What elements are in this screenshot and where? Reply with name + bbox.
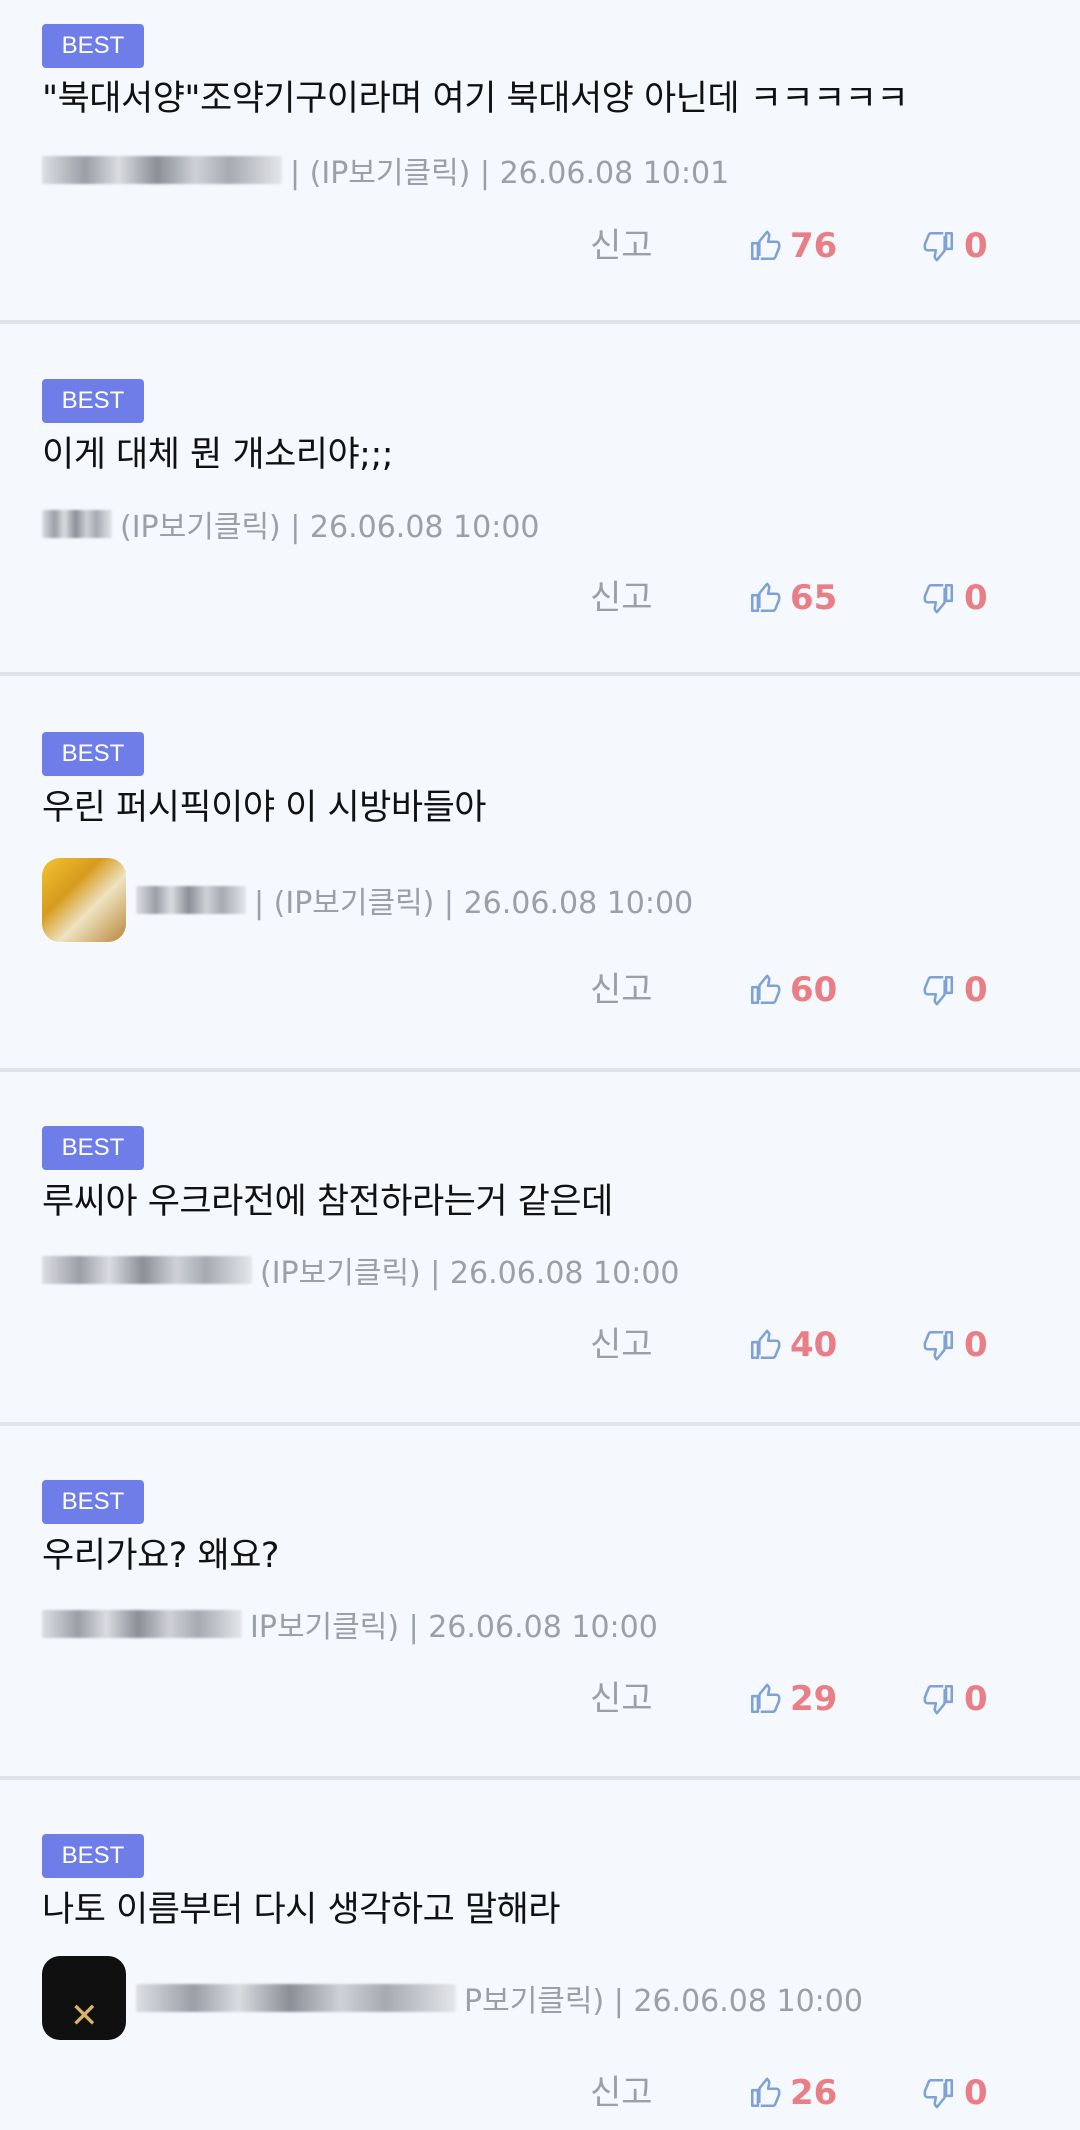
like-button[interactable]: 60: [748, 960, 837, 1020]
comment-meta: (IP보기클릭) | 26.06.08 10:00: [42, 502, 540, 546]
dislike-count: 0: [964, 1325, 988, 1365]
dislike-count: 0: [964, 970, 988, 1010]
dislike-button[interactable]: 0: [922, 568, 988, 628]
dislike-button[interactable]: 0: [922, 1315, 988, 1375]
report-button[interactable]: 신고: [590, 216, 653, 276]
comment-text: "북대서양"조약기구이라며 여기 북대서양 아닌데 ㅋㅋㅋㅋㅋ: [42, 79, 909, 119]
like-count: 76: [790, 226, 838, 266]
avatar[interactable]: [42, 858, 126, 942]
blurred-username: [42, 1610, 242, 1638]
comment-actions: 신고 76 0: [0, 216, 1080, 276]
dislike-count: 0: [964, 226, 988, 266]
comment-actions: 신고 40 0: [0, 1315, 1080, 1375]
best-badge: BEST: [42, 379, 144, 423]
like-count: 29: [790, 1679, 838, 1719]
blurred-username: [136, 1984, 456, 2012]
author-info[interactable]: IP보기클릭) | 26.06.08 10:00: [250, 1602, 658, 1646]
thumbs-up-icon: [748, 973, 782, 1007]
like-count: 65: [790, 578, 838, 618]
thumbs-up-icon: [748, 2076, 782, 2110]
comment-meta: | (IP보기클릭) | 26.06.08 10:01: [42, 148, 729, 192]
like-count: 40: [790, 1325, 838, 1365]
report-button[interactable]: 신고: [590, 1315, 653, 1375]
thumbs-up-icon: [748, 1682, 782, 1716]
like-button[interactable]: 29: [748, 1669, 837, 1729]
dislike-button[interactable]: 0: [922, 216, 988, 276]
like-button[interactable]: 65: [748, 568, 837, 628]
comment-actions: 신고 26 0: [0, 2063, 1080, 2123]
comment-actions: 신고 29 0: [0, 1669, 1080, 1729]
thumbs-down-icon: [922, 1328, 956, 1362]
comment-item: BEST 나토 이름부터 다시 생각하고 말해라 P보기클릭) | 26.06.…: [0, 1778, 1080, 2130]
like-button[interactable]: 40: [748, 1315, 837, 1375]
blurred-username: [42, 156, 282, 184]
comment-meta: P보기클릭) | 26.06.08 10:00: [42, 1954, 863, 2042]
thumbs-down-icon: [922, 973, 956, 1007]
thumbs-down-icon: [922, 1682, 956, 1716]
like-button[interactable]: 76: [748, 216, 837, 276]
thumbs-up-icon: [748, 1328, 782, 1362]
comment-actions: 신고 65 0: [0, 568, 1080, 628]
comment-text: 나토 이름부터 다시 생각하고 말해라: [42, 1890, 561, 1930]
comment-meta: | (IP보기클릭) | 26.06.08 10:00: [42, 856, 693, 944]
best-badge: BEST: [42, 732, 144, 776]
dislike-count: 0: [964, 1679, 988, 1719]
like-count: 60: [790, 970, 838, 1010]
report-button[interactable]: 신고: [590, 2063, 653, 2123]
dislike-button[interactable]: 0: [922, 2063, 988, 2123]
blurred-username: [136, 886, 246, 914]
dislike-count: 0: [964, 2073, 988, 2113]
thumbs-down-icon: [922, 2076, 956, 2110]
thumbs-up-icon: [748, 581, 782, 615]
comment-text: 이게 대체 뭔 개소리야;;;: [42, 435, 394, 475]
author-info[interactable]: (IP보기클릭) | 26.06.08 10:00: [120, 502, 540, 546]
report-button[interactable]: 신고: [590, 960, 653, 1020]
comment-text: 루씨아 우크라전에 참전하라는거 같은데: [42, 1182, 613, 1222]
comment-meta: IP보기클릭) | 26.06.08 10:00: [42, 1602, 658, 1646]
comment-meta: (IP보기클릭) | 26.06.08 10:00: [42, 1248, 680, 1292]
best-badge: BEST: [42, 1126, 144, 1170]
avatar[interactable]: [42, 1956, 126, 2040]
blurred-username: [42, 510, 112, 538]
thumbs-down-icon: [922, 229, 956, 263]
thumbs-down-icon: [922, 581, 956, 615]
report-button[interactable]: 신고: [590, 568, 653, 628]
author-info[interactable]: | (IP보기클릭) | 26.06.08 10:00: [254, 878, 693, 922]
comment-actions: 신고 60 0: [0, 960, 1080, 1020]
comment-text: 우리가요? 왜요?: [42, 1536, 279, 1576]
comment-text: 우린 퍼시픽이야 이 시방바들아: [42, 788, 486, 828]
comment-item: BEST 우린 퍼시픽이야 이 시방바들아 | (IP보기클릭) | 26.06…: [0, 676, 1080, 1072]
author-info[interactable]: P보기클릭) | 26.06.08 10:00: [464, 1976, 863, 2020]
dislike-button[interactable]: 0: [922, 1669, 988, 1729]
thumbs-up-icon: [748, 229, 782, 263]
best-badge: BEST: [42, 24, 144, 68]
best-badge: BEST: [42, 1480, 144, 1524]
author-info[interactable]: | (IP보기클릭) | 26.06.08 10:01: [290, 148, 729, 192]
like-button[interactable]: 26: [748, 2063, 837, 2123]
dislike-button[interactable]: 0: [922, 960, 988, 1020]
comment-item: BEST 우리가요? 왜요? IP보기클릭) | 26.06.08 10:00 …: [0, 1424, 1080, 1780]
comment-item: BEST 루씨아 우크라전에 참전하라는거 같은데 (IP보기클릭) | 26.…: [0, 1070, 1080, 1426]
blurred-username: [42, 1256, 252, 1284]
comment-item: BEST 이게 대체 뭔 개소리야;;; (IP보기클릭) | 26.06.08…: [0, 324, 1080, 676]
best-badge: BEST: [42, 1834, 144, 1878]
comment-item: BEST "북대서양"조약기구이라며 여기 북대서양 아닌데 ㅋㅋㅋㅋㅋ | (…: [0, 0, 1080, 324]
like-count: 26: [790, 2073, 838, 2113]
dislike-count: 0: [964, 578, 988, 618]
report-button[interactable]: 신고: [590, 1669, 653, 1729]
author-info[interactable]: (IP보기클릭) | 26.06.08 10:00: [260, 1248, 680, 1292]
